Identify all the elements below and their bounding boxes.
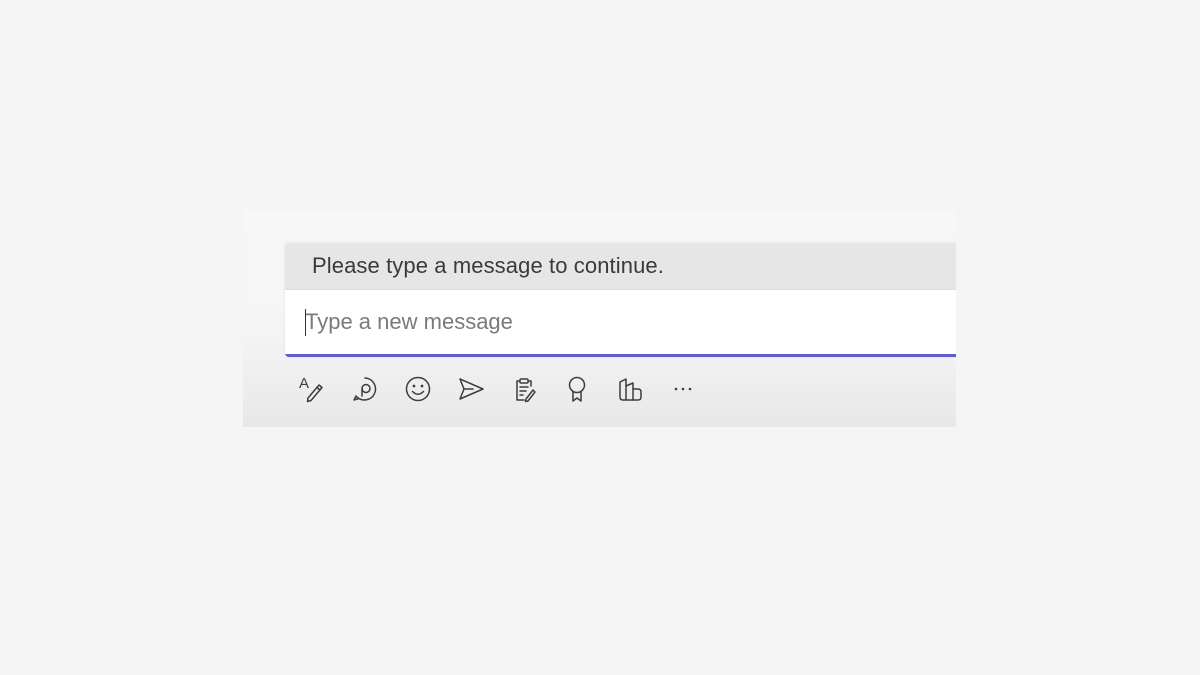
praise-icon	[568, 376, 586, 402]
message-composer: Please type a message to continue.	[285, 243, 956, 357]
format-icon: A	[299, 375, 323, 403]
praise-button[interactable]	[558, 370, 596, 408]
more-options-icon	[674, 387, 692, 391]
message-input-area[interactable]	[285, 290, 956, 357]
emoji-icon	[405, 376, 431, 402]
apps-icon	[619, 378, 642, 401]
message-input[interactable]	[305, 290, 945, 354]
notes-icon	[516, 378, 536, 403]
more-options-button[interactable]	[664, 370, 702, 408]
compose-toolbar: A	[293, 370, 717, 408]
compose-panel: Please type a message to continue. A	[243, 210, 956, 427]
validation-banner-text: Please type a message to continue.	[312, 253, 664, 278]
send-icon	[459, 378, 484, 400]
validation-banner: Please type a message to continue.	[285, 243, 956, 290]
svg-text:A: A	[299, 375, 309, 392]
schedule-send-button[interactable]	[452, 370, 490, 408]
apps-button[interactable]	[611, 370, 649, 408]
format-button[interactable]: A	[293, 370, 331, 408]
loop-component-button[interactable]	[346, 370, 384, 408]
loop-component-icon	[353, 377, 377, 401]
text-caret	[305, 309, 306, 336]
notes-button[interactable]	[505, 370, 543, 408]
emoji-button[interactable]	[399, 370, 437, 408]
